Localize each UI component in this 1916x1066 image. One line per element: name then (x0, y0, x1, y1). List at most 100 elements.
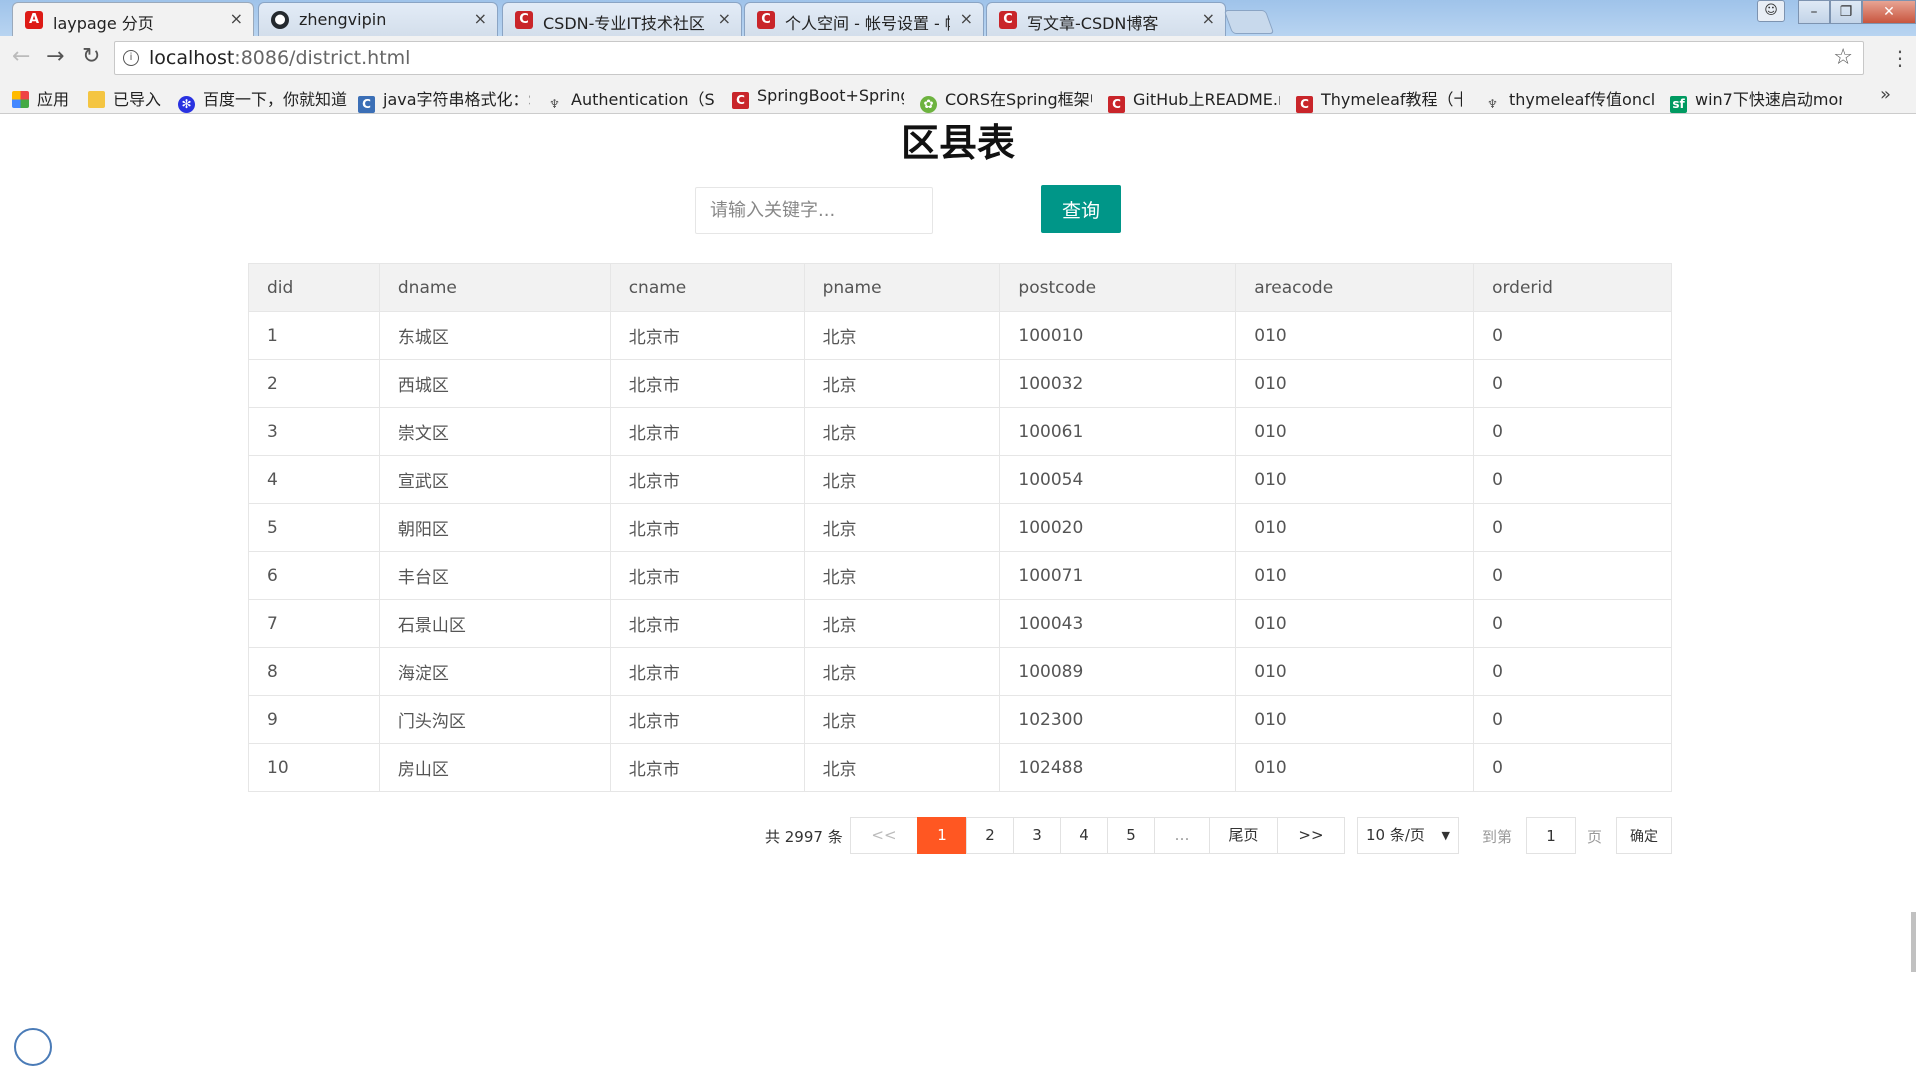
table-row[interactable]: 5 朝阳区 北京市 北京 100020 010 0 (248, 503, 1672, 552)
table-row[interactable]: 9 门头沟区 北京市 北京 102300 010 0 (248, 695, 1672, 744)
spring-icon: ♆ (1487, 97, 1498, 111)
cell-dname: 西城区 (378, 359, 611, 408)
bookmarks-more-icon[interactable]: » (1880, 84, 1891, 105)
scrollbar-thumb[interactable] (1911, 912, 1916, 972)
cell-pname: 北京 (803, 455, 1001, 504)
table-row[interactable]: 7 石景山区 北京市 北京 100043 010 0 (248, 599, 1672, 648)
bookmark-github-readme[interactable]: C GitHub上README.m (1108, 86, 1280, 113)
bookmark-win7[interactable]: sf win7下快速启动mon (1670, 86, 1842, 113)
cell-orderid: 0 (1473, 407, 1672, 456)
column-header-did[interactable]: did (248, 263, 380, 312)
bookmark-imported[interactable]: 已导入 (88, 86, 161, 110)
tab-write-article[interactable]: C 写文章-CSDN博客 × (986, 2, 1226, 36)
tab-csdn[interactable]: C CSDN-专业IT技术社区 × (502, 2, 742, 36)
bookmark-apps[interactable]: 应用 (12, 86, 69, 110)
cell-postcode: 100010 (999, 311, 1237, 360)
prev-page-button[interactable]: << (850, 817, 918, 854)
url-text[interactable]: localhost:8086/district.html (149, 47, 410, 69)
cell-did: 10 (248, 743, 380, 792)
cell-did: 5 (248, 503, 380, 552)
column-header-orderid[interactable]: orderid (1473, 263, 1672, 312)
next-page-button[interactable]: >> (1277, 817, 1345, 854)
window-close-button[interactable]: ✕ (1862, 0, 1916, 24)
bookmark-java-format[interactable]: Cjava字符串格式化：S (358, 86, 530, 113)
cell-pname: 北京 (803, 407, 1001, 456)
close-icon[interactable]: × (960, 9, 973, 28)
bookmark-springboot[interactable]: C SpringBoot+Spring (732, 86, 904, 109)
page-button-1[interactable]: 1 (917, 817, 967, 854)
skip-page-input[interactable] (1526, 817, 1576, 854)
bookmark-thymeleaf-onclick[interactable]: ♆ thymeleaf传值onclic (1484, 86, 1656, 113)
cell-postcode: 100071 (999, 551, 1237, 600)
tab-github[interactable]: ● zhengvipin × (258, 2, 498, 36)
tab-laypage[interactable]: A laypage 分页 × (12, 2, 254, 36)
page-button-5[interactable]: 5 (1107, 817, 1155, 854)
skip-suffix-label: 页 (1587, 828, 1603, 846)
cell-dname: 崇文区 (378, 407, 611, 456)
skip-confirm-button[interactable]: 确定 (1616, 817, 1672, 854)
tab-account-settings[interactable]: C 个人空间 - 帐号设置 - 帐 × (744, 2, 984, 36)
back-arrow-icon[interactable]: ← (12, 44, 30, 69)
cell-postcode: 100061 (999, 407, 1237, 456)
cell-postcode: 102488 (999, 743, 1237, 792)
cell-orderid: 0 (1473, 455, 1672, 504)
table-header-row: did dname cname pname postcode areacode … (248, 263, 1672, 312)
apps-grid-icon (12, 91, 29, 108)
restore-button[interactable]: ❐ (1830, 0, 1862, 24)
minimize-button[interactable]: – (1798, 0, 1830, 24)
browser-menu-icon[interactable]: ⋮ (1890, 46, 1910, 70)
cell-areacode: 010 (1235, 647, 1475, 696)
search-input[interactable] (695, 187, 933, 234)
table-row[interactable]: 8 海淀区 北京市 北京 100089 010 0 (248, 647, 1672, 696)
page-title: 区县表 (900, 121, 1015, 165)
close-icon[interactable]: × (718, 9, 731, 28)
column-header-cname[interactable]: cname (609, 263, 805, 312)
close-icon[interactable]: × (230, 9, 243, 28)
cell-postcode: 100054 (999, 455, 1237, 504)
column-header-dname[interactable]: dname (378, 263, 611, 312)
bookmark-baidu[interactable]: ✻ 百度一下，你就知道 (178, 86, 348, 113)
table-row[interactable]: 6 丰台区 北京市 北京 100071 010 0 (248, 551, 1672, 600)
column-header-postcode[interactable]: postcode (999, 263, 1237, 312)
table-row[interactable]: 2 西城区 北京市 北京 100032 010 0 (248, 359, 1672, 408)
new-tab-button[interactable] (1223, 10, 1275, 34)
reload-icon[interactable]: ↻ (82, 44, 100, 69)
table-row[interactable]: 4 宣武区 北京市 北京 100054 010 0 (248, 455, 1672, 504)
bookmark-cors[interactable]: ✿ CORS在Spring框架中 (920, 86, 1092, 113)
csdn-icon: C (515, 11, 533, 29)
sf-icon: sf (1670, 96, 1687, 113)
cell-pname: 北京 (803, 311, 1001, 360)
page-button-3[interactable]: 3 (1013, 817, 1061, 854)
bookmark-authentication[interactable]: ♆ Authentication（Sp (546, 86, 716, 113)
cell-pname: 北京 (803, 359, 1001, 408)
close-icon[interactable]: × (474, 9, 487, 28)
cell-orderid: 0 (1473, 695, 1672, 744)
cell-cname: 北京市 (609, 503, 805, 552)
table-row[interactable]: 1 东城区 北京市 北京 100010 010 0 (248, 311, 1672, 360)
user-profile-icon[interactable]: ☺ (1757, 0, 1785, 22)
page-button-4[interactable]: 4 (1060, 817, 1108, 854)
page-button-2[interactable]: 2 (966, 817, 1014, 854)
last-page-button[interactable]: 尾页 (1209, 817, 1278, 854)
address-bar[interactable]: i localhost:8086/district.html ☆ (114, 41, 1864, 75)
info-icon[interactable]: i (123, 50, 139, 66)
cell-cname: 北京市 (609, 407, 805, 456)
forward-arrow-icon[interactable]: → (46, 44, 64, 69)
close-icon[interactable]: × (1202, 9, 1215, 28)
cell-dname: 石景山区 (378, 599, 611, 648)
csdn-icon: C (999, 11, 1017, 29)
cell-pname: 北京 (803, 647, 1001, 696)
cell-postcode: 100089 (999, 647, 1237, 696)
table-row[interactable]: 3 崇文区 北京市 北京 100061 010 0 (248, 407, 1672, 456)
column-header-areacode[interactable]: areacode (1235, 263, 1475, 312)
page-ellipsis: … (1154, 817, 1210, 854)
bookmark-star-icon[interactable]: ☆ (1833, 45, 1853, 70)
column-header-pname[interactable]: pname (803, 263, 1001, 312)
tab-title: CSDN-专业IT技术社区 (543, 14, 705, 33)
bookmark-thymeleaf-tutorial[interactable]: C Thymeleaf教程（十 (1296, 86, 1462, 113)
page-size-select[interactable]: 10 条/页 ▼ (1357, 817, 1459, 854)
csdn-icon: C (732, 92, 749, 109)
search-button[interactable]: 查询 (1041, 185, 1121, 233)
cell-did: 3 (248, 407, 380, 456)
table-row[interactable]: 10 房山区 北京市 北京 102488 010 0 (248, 743, 1672, 792)
